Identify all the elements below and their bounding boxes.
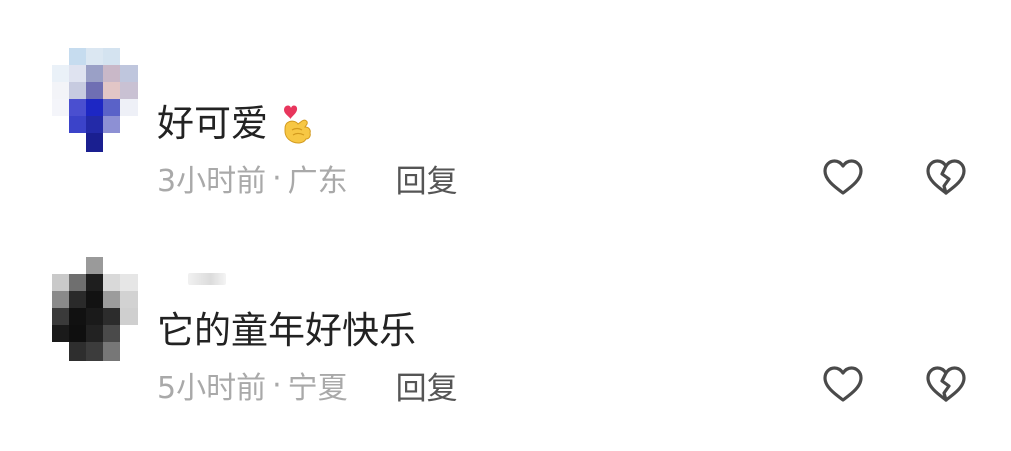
avatar[interactable] [52,257,138,361]
comment-time: 3小时前 [157,164,267,199]
avatar[interactable] [52,48,138,152]
broken-heart-icon[interactable] [923,155,969,201]
comment-location: 宁夏 [287,371,348,406]
heart-outline-icon[interactable] [820,155,866,201]
finger-heart-emoji [278,102,316,146]
meta-separator: · [272,160,282,196]
comment-meta: 3小时前 · 广东 回复 [157,156,458,201]
comment-meta: 5小时前 · 宁夏 回复 [157,363,458,408]
comment-text: 它的童年好快乐 [157,309,416,353]
comment-time: 5小时前 [157,371,267,406]
reply-button[interactable]: 回复 [396,363,458,408]
broken-heart-icon[interactable] [923,362,969,408]
comment-text-content: 好可爱 [157,102,268,145]
heart-outline-icon[interactable] [820,362,866,408]
meta-separator: · [272,367,282,403]
comment-text: 好可爱 [157,102,316,146]
reply-button[interactable]: 回复 [396,156,458,201]
comment-item: 它的童年好快乐 5小时前 · 宁夏 回复 [0,225,1011,451]
username-blurred[interactable] [188,273,226,285]
comment-item: 好可爱 3小时前 · 广东 回复 [0,0,1011,225]
comment-text-content: 它的童年好快乐 [157,309,416,352]
comment-location: 广东 [287,164,348,199]
